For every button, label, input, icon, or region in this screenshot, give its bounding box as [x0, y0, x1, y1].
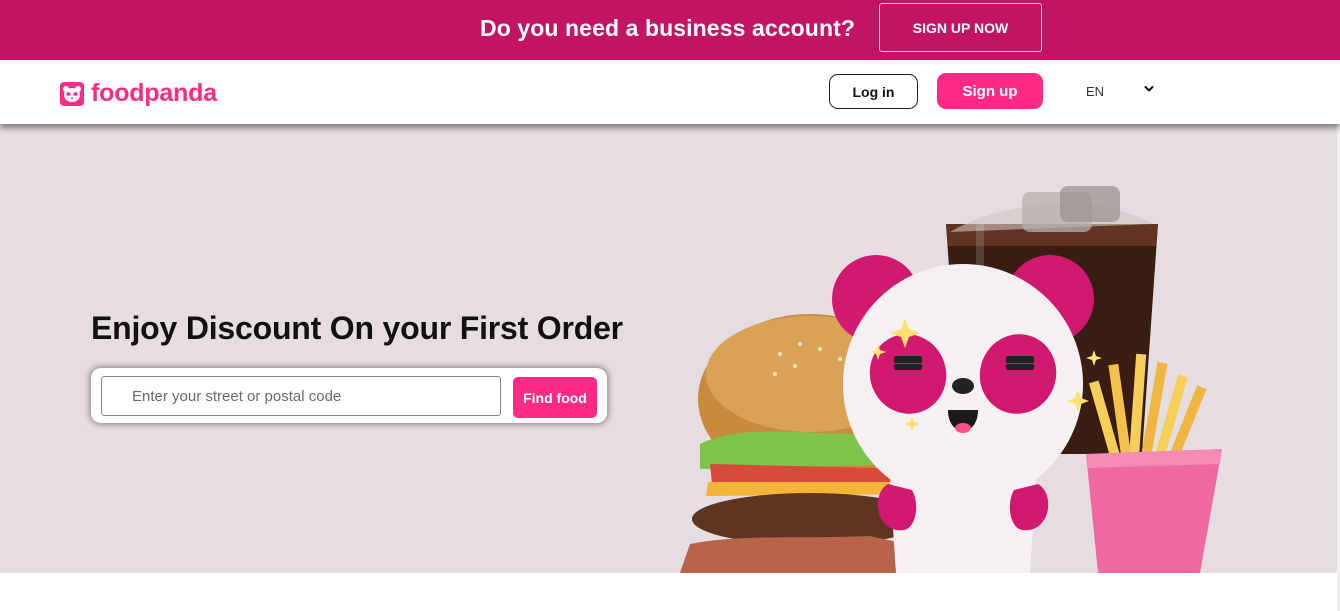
login-button[interactable]: Log in: [829, 74, 918, 109]
signup-button[interactable]: Sign up: [937, 73, 1043, 109]
promo-text: Do you need a business account?: [480, 15, 856, 41]
address-search-box: Find food: [91, 368, 607, 423]
chevron-down-icon: [1143, 82, 1155, 100]
brand-logo[interactable]: foodpanda: [60, 79, 217, 108]
hero-title: Enjoy Discount On your First Order: [91, 310, 623, 346]
find-food-button[interactable]: Find food: [513, 377, 597, 418]
site-header: foodpanda Log in Sign up EN: [0, 60, 1340, 124]
business-promo-banner: Do you need a business account? SIGN UP …: [0, 0, 1340, 60]
panda-mascot-illustration: [680, 186, 1222, 573]
business-signup-button[interactable]: SIGN UP NOW: [879, 3, 1042, 52]
address-search-input[interactable]: [101, 376, 501, 416]
brand-name: foodpanda: [91, 79, 217, 107]
language-selector[interactable]: EN: [1086, 84, 1154, 99]
panda-face-icon: [60, 81, 84, 106]
hero-section: Enjoy Discount On your First Order Find …: [0, 124, 1340, 573]
language-label: EN: [1086, 84, 1105, 99]
